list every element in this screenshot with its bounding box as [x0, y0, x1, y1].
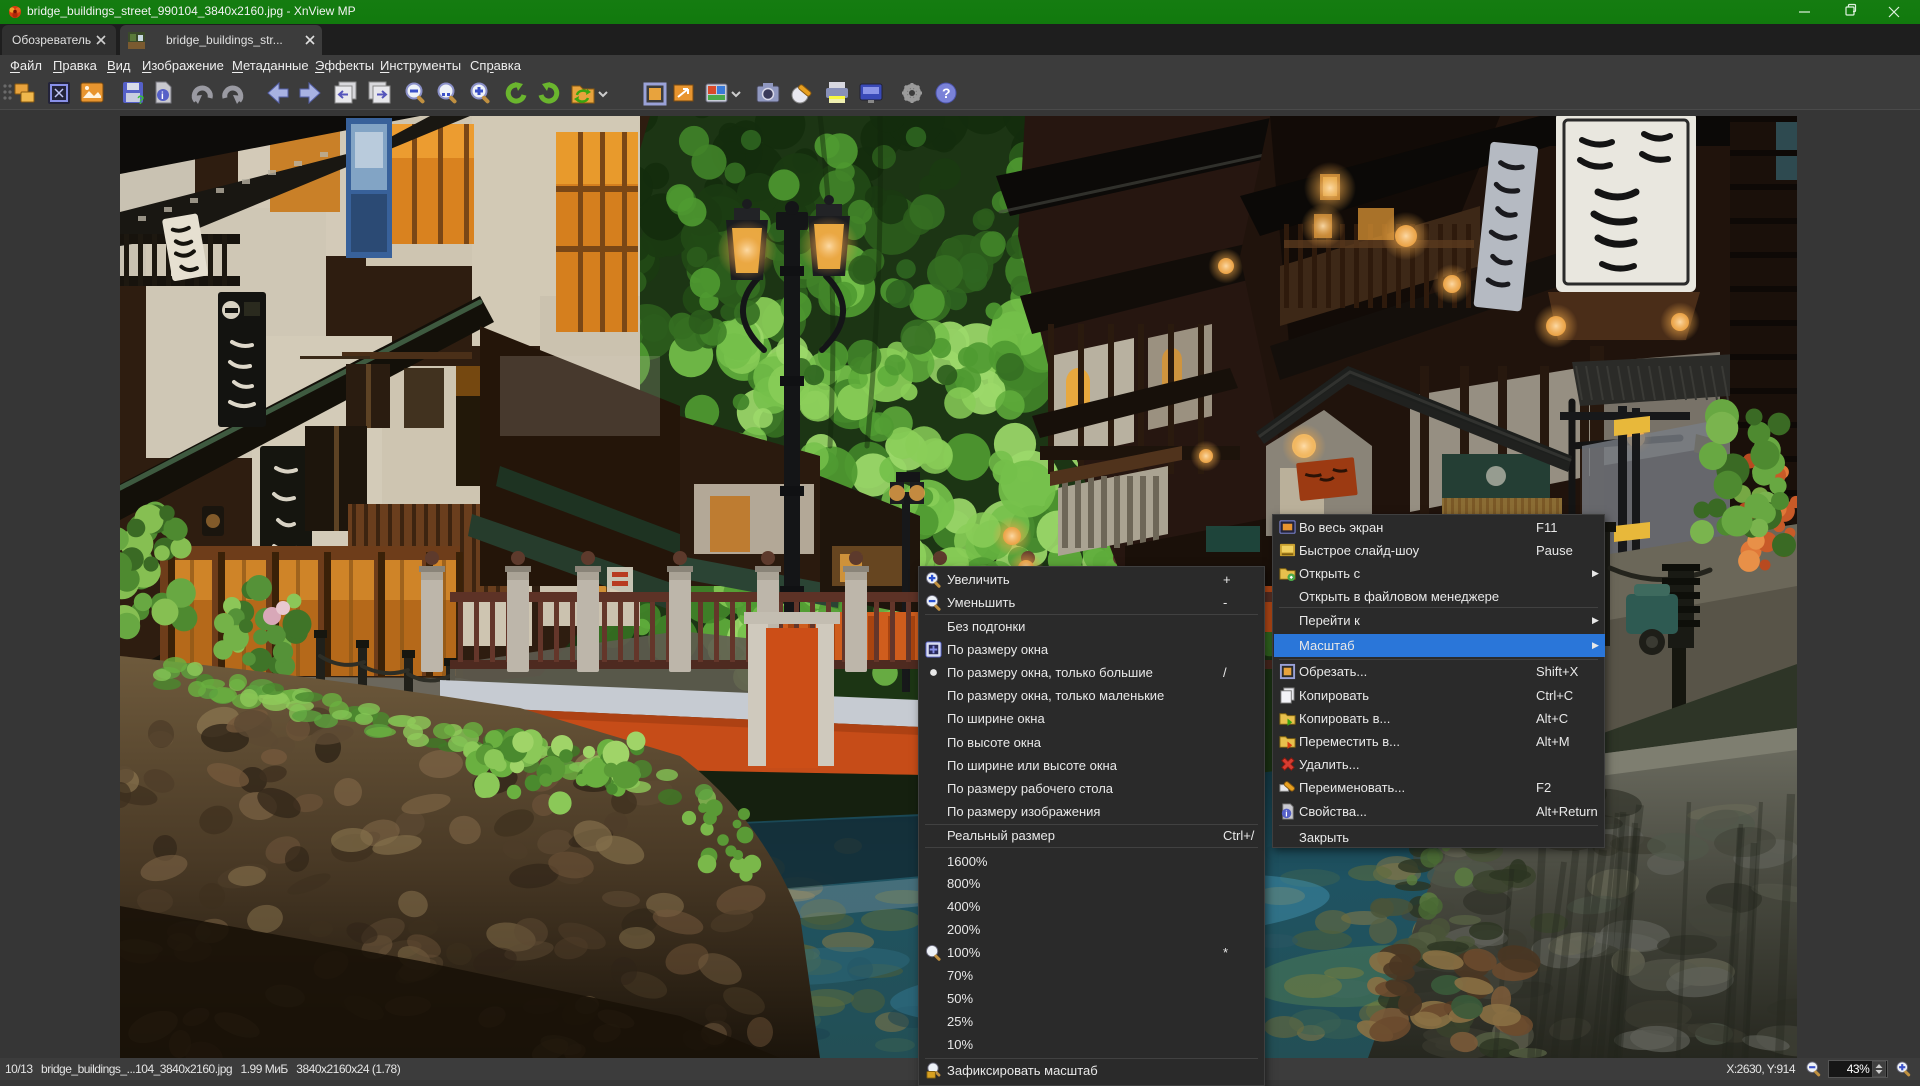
svg-text:i: i	[1285, 809, 1287, 819]
svg-text:i: i	[161, 91, 164, 102]
svg-text:?: ?	[137, 93, 144, 107]
svg-text:?: ?	[942, 85, 951, 101]
